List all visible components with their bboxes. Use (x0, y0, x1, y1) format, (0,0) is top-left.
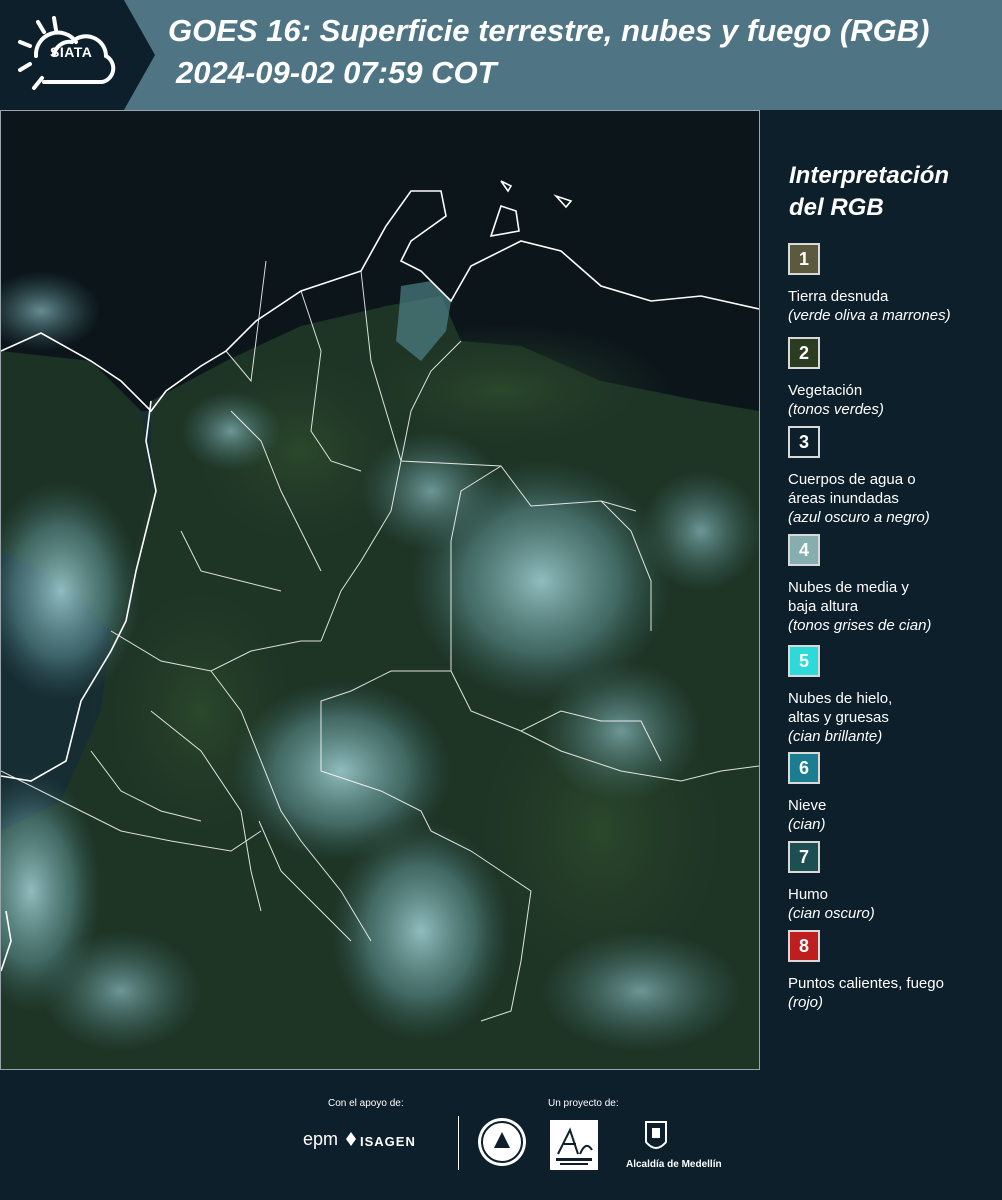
legend-label-8: Puntos calientes, fuego (788, 975, 944, 992)
legend-item-low-clouds: 4 Nubes de media y baja altura (tonos gr… (788, 534, 993, 635)
legend-label-5: Nubes de hielo, altas y gruesas (788, 690, 893, 726)
siata-logo-text: SIATA (50, 44, 93, 60)
page-title: GOES 16: Superficie terrestre, nubes y f… (168, 13, 930, 48)
legend-item-snow: 6 Nieve (cian) (788, 752, 993, 834)
legend-item-ice-clouds: 5 Nubes de hielo, altas y gruesas (cian … (788, 645, 993, 746)
legend-label-3: Cuerpos de agua o áreas inundadas (788, 471, 916, 507)
legend-note-7: (cian oscuro) (788, 905, 875, 922)
support-label: Con el apoyo de: (328, 1098, 404, 1109)
legend-item-vegetation: 2 Vegetación (tonos verdes) (788, 337, 993, 419)
legend-title-line1: Interpretación (789, 162, 950, 189)
legend-note-3: (azul oscuro a negro) (788, 509, 930, 526)
alcaldia-label: Alcaldía de Medellín (626, 1159, 722, 1170)
legend-note-8: (rojo) (788, 994, 824, 1011)
legend-item-fire: 8 Puntos calientes, fuego (rojo) (788, 930, 993, 1012)
legend-label-2: Vegetación (788, 382, 863, 399)
legend-note-4: (tonos grises de cian) (788, 617, 932, 634)
legend-note-5: (cian brillante) (788, 728, 883, 745)
project-label: Un proyecto de: (548, 1098, 619, 1109)
page-timestamp: 2024-09-02 07:59 COT (176, 55, 497, 90)
legend-label-4: Nubes de media y baja altura (788, 579, 909, 615)
legend-item-bare-land: 1 Tierra desnuda (verde oliva a marrones… (788, 243, 993, 325)
legend-item-water: 3 Cuerpos de agua o áreas inundadas (azu… (788, 426, 993, 527)
legend-swatch-5: 5 (788, 645, 820, 677)
legend-swatch-6: 6 (788, 752, 820, 784)
legend-label-7: Humo (788, 886, 829, 903)
isagen-logo: ISAGEN (360, 1134, 416, 1149)
footer-divider (458, 1116, 459, 1170)
legend-swatch-7: 7 (788, 841, 820, 873)
satellite-image (1, 111, 759, 1069)
legend-swatch-8: 8 (788, 930, 820, 962)
legend-title-line2: del RGB (789, 194, 884, 221)
isagen-flame-icon (346, 1132, 356, 1146)
rgb-legend: Interpretación del RGB 1 Tierra desnuda … (775, 110, 1000, 1070)
legend-swatch-1: 1 (788, 243, 820, 275)
legend-note-1: (verde oliva a marrones) (788, 307, 951, 324)
area-metropolitana-logo-icon (550, 1120, 598, 1170)
footer: Con el apoyo de: Un proyecto de: epm ISA… (0, 1070, 1002, 1200)
legend-swatch-3: 3 (788, 426, 820, 458)
medellin-seal-icon (478, 1118, 526, 1166)
legend-label-1: Tierra desnuda (788, 288, 889, 305)
legend-swatch-2: 2 (788, 337, 820, 369)
legend-title: Interpretación del RGB (789, 160, 989, 224)
legend-item-smoke: 7 Humo (cian oscuro) (788, 841, 993, 923)
legend-note-6: (cian) (788, 816, 826, 833)
legend-label-6: Nieve (788, 797, 827, 814)
legend-note-2: (tonos verdes) (788, 401, 884, 418)
satellite-map (0, 110, 760, 1070)
epm-logo: epm (303, 1129, 339, 1149)
alcaldia-crest-icon (645, 1121, 667, 1149)
legend-swatch-4: 4 (788, 534, 820, 566)
